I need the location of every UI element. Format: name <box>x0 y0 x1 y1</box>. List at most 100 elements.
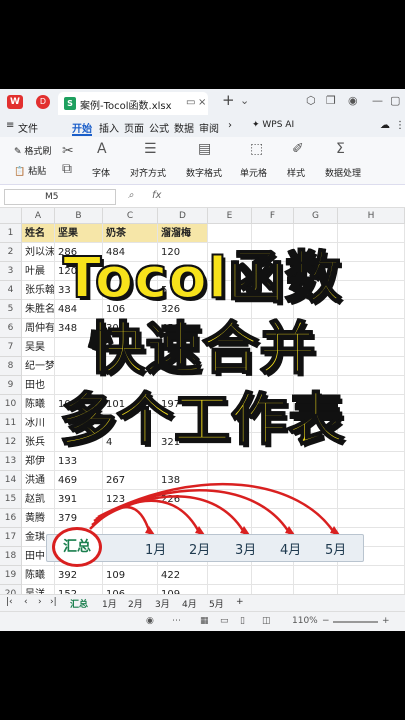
sheet-tab-apr[interactable]: 4月 <box>182 597 197 610</box>
strip-tab-jan[interactable]: 1月 <box>145 539 166 558</box>
row-header[interactable]: 15 <box>0 490 22 509</box>
table-cell[interactable] <box>252 452 294 471</box>
column-header[interactable]: E <box>208 208 252 224</box>
table-cell[interactable] <box>208 509 252 528</box>
align-button[interactable]: 对齐方式 <box>130 166 166 179</box>
pdf-icon[interactable]: D <box>36 95 50 109</box>
table-cell[interactable]: 123 <box>103 490 158 509</box>
normal-view-icon[interactable]: ▦ <box>200 616 209 626</box>
table-cell[interactable]: 422 <box>158 566 208 585</box>
sheet-tab-summary[interactable]: 汇总 <box>70 597 88 610</box>
sheet-tab-jan[interactable]: 1月 <box>102 597 117 610</box>
table-cell[interactable] <box>208 490 252 509</box>
table-cell[interactable]: 洪通 <box>22 471 55 490</box>
table-cell[interactable] <box>338 224 405 243</box>
minimize-icon[interactable]: — <box>372 94 383 107</box>
table-cell[interactable]: 133 <box>55 452 103 471</box>
zoom-in-icon[interactable]: + <box>382 616 390 626</box>
table-cell[interactable] <box>208 566 252 585</box>
row-header[interactable]: 1 <box>0 224 22 243</box>
table-cell[interactable] <box>338 509 405 528</box>
table-cell[interactable] <box>158 452 208 471</box>
table-cell[interactable]: 391 <box>55 490 103 509</box>
read-mode-icon[interactable]: ◫ <box>262 616 271 626</box>
row-header[interactable]: 17 <box>0 528 22 547</box>
add-tab-icon[interactable]: + <box>222 91 235 109</box>
chevron-right-icon[interactable]: › <box>228 120 232 131</box>
menu-insert[interactable]: 插入 <box>99 120 119 135</box>
table-cell[interactable]: 109 <box>103 566 158 585</box>
menu-review[interactable]: 审阅 <box>199 120 219 135</box>
fx-icon[interactable]: fx <box>152 190 161 201</box>
column-header[interactable]: G <box>294 208 338 224</box>
column-header[interactable]: A <box>22 208 55 224</box>
maximize-icon[interactable]: ▢ <box>390 94 400 107</box>
column-header[interactable]: D <box>158 208 208 224</box>
table-cell[interactable] <box>158 509 208 528</box>
add-sheet-icon[interactable]: + <box>236 597 244 607</box>
table-cell[interactable]: 郑伊 <box>22 452 55 471</box>
table-cell[interactable] <box>294 224 338 243</box>
style-button[interactable]: 样式 <box>287 166 305 179</box>
zoom-level[interactable]: 110% <box>292 616 318 626</box>
sheet-tab-may[interactable]: 5月 <box>209 597 224 610</box>
cloud-icon[interactable]: ☁ <box>380 120 390 131</box>
table-cell[interactable] <box>294 452 338 471</box>
copy-icon[interactable]: ⧉ <box>62 161 72 177</box>
table-cell[interactable] <box>208 452 252 471</box>
last-sheet-icon[interactable]: ›| <box>50 597 57 607</box>
table-cell[interactable]: 坚果 <box>55 224 103 243</box>
table-cell[interactable] <box>294 509 338 528</box>
table-cell[interactable]: 奶茶 <box>103 224 158 243</box>
table-cell[interactable]: 379 <box>55 509 103 528</box>
name-box[interactable]: M5 <box>4 189 116 205</box>
table-cell[interactable] <box>338 566 405 585</box>
table-cell[interactable] <box>252 490 294 509</box>
row-header[interactable]: 19 <box>0 566 22 585</box>
zoom-icon[interactable]: ⌕ <box>128 190 134 201</box>
strip-tab-apr[interactable]: 4月 <box>280 539 301 558</box>
wps-ai-button[interactable]: ✦ WPS AI <box>252 120 294 130</box>
table-cell[interactable] <box>252 566 294 585</box>
hamburger-icon[interactable]: ≡ <box>6 120 14 131</box>
chevron-down-icon[interactable]: ⌄ <box>240 94 249 107</box>
menu-file[interactable]: 文件 <box>18 120 38 135</box>
more-icon[interactable]: ⋮ <box>395 120 405 131</box>
table-cell[interactable]: 226 <box>158 490 208 509</box>
first-sheet-icon[interactable]: |‹ <box>6 597 13 607</box>
table-cell[interactable] <box>294 566 338 585</box>
table-cell[interactable] <box>338 452 405 471</box>
strip-tab-feb[interactable]: 2月 <box>189 539 210 558</box>
table-cell[interactable]: 392 <box>55 566 103 585</box>
table-cell[interactable] <box>338 471 405 490</box>
menu-formula[interactable]: 公式 <box>149 120 169 135</box>
table-cell[interactable]: 溜溜梅 <box>158 224 208 243</box>
zoom-slider[interactable] <box>333 621 378 623</box>
eye-icon[interactable]: ◉ <box>146 616 154 626</box>
prev-sheet-icon[interactable]: ‹ <box>24 597 28 607</box>
strip-tab-mar[interactable]: 3月 <box>235 539 256 558</box>
font-button[interactable]: 字体 <box>92 166 110 179</box>
data-process-button[interactable]: 数据处理 <box>325 166 361 179</box>
row-header[interactable]: 18 <box>0 547 22 566</box>
menu-data[interactable]: 数据 <box>174 120 194 135</box>
menu-home[interactable]: 开始 <box>72 120 92 135</box>
format-painter-button[interactable]: ✎ 格式刷 <box>14 144 51 157</box>
column-header[interactable]: H <box>338 208 405 224</box>
cube-icon[interactable]: ⬡ <box>306 94 316 107</box>
sheet-tab-feb[interactable]: 2月 <box>128 597 143 610</box>
table-cell[interactable] <box>338 490 405 509</box>
more-icon[interactable]: ⋯ <box>172 616 181 626</box>
layers-icon[interactable]: ❐ <box>326 94 336 107</box>
table-cell[interactable]: 黄腾 <box>22 509 55 528</box>
table-cell[interactable]: 138 <box>158 471 208 490</box>
cell-button[interactable]: 单元格 <box>240 166 267 179</box>
cut-icon[interactable]: ✂ <box>62 143 74 159</box>
next-sheet-icon[interactable]: › <box>38 597 42 607</box>
row-header[interactable]: 14 <box>0 471 22 490</box>
paste-button[interactable]: 📋 粘贴 <box>14 164 46 177</box>
table-cell[interactable] <box>208 471 252 490</box>
file-tab[interactable]: S 案例-Tocol函数.xlsx ▭ × <box>58 92 208 115</box>
close-icon[interactable]: × <box>198 97 206 108</box>
table-cell[interactable]: 469 <box>55 471 103 490</box>
